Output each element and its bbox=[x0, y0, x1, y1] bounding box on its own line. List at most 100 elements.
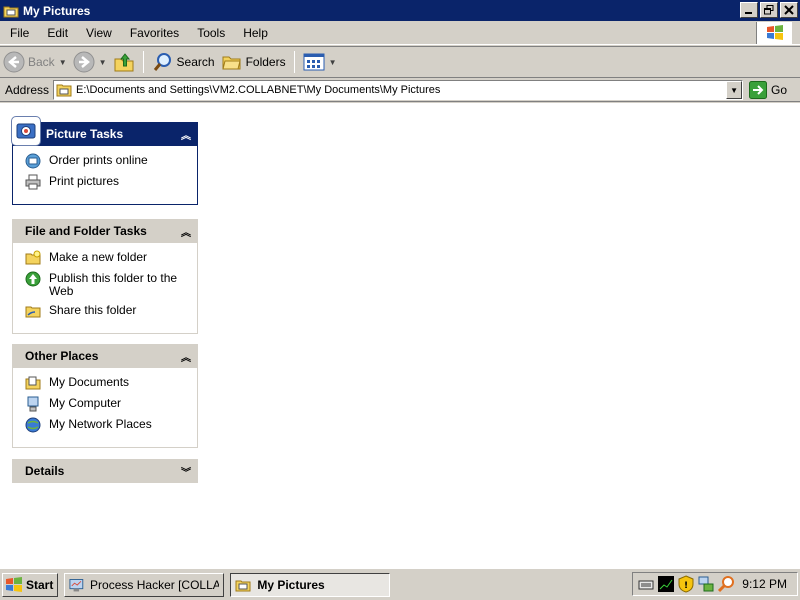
picture-tasks-panel: Picture Tasks ︽ Order prints online Prin… bbox=[11, 116, 198, 205]
taskbar: Start Process Hacker [COLLA... My Pictur… bbox=[0, 568, 800, 600]
go-button[interactable]: Go bbox=[749, 81, 787, 99]
folder-icon bbox=[235, 580, 251, 591]
console-icon[interactable] bbox=[657, 575, 675, 593]
menu-edit[interactable]: Edit bbox=[38, 26, 77, 40]
other-places-header[interactable]: Other Places ︽ bbox=[12, 344, 198, 368]
forward-button[interactable]: ▼ bbox=[70, 48, 110, 76]
minimize-button[interactable] bbox=[740, 2, 758, 18]
system-tray: ! 9:12 PM bbox=[632, 572, 798, 596]
search-icon bbox=[153, 53, 171, 71]
title-bar[interactable]: My Pictures bbox=[0, 0, 800, 21]
collapse-icon[interactable]: ︽ bbox=[181, 224, 191, 239]
svg-text:!: ! bbox=[684, 581, 688, 591]
picture-tasks-badge bbox=[11, 116, 41, 146]
close-icon bbox=[784, 5, 794, 15]
picture-tasks-body: Order prints online Print pictures bbox=[12, 146, 198, 205]
place-my-documents[interactable]: My Documents bbox=[25, 376, 197, 391]
address-bar: Address E:\Documents and Settings\VM2.CO… bbox=[0, 79, 800, 102]
windows-flag-icon bbox=[6, 576, 22, 592]
folder-icon bbox=[56, 84, 72, 97]
address-label: Address bbox=[5, 83, 50, 97]
order-prints-icon bbox=[25, 153, 41, 169]
place-my-network-places[interactable]: My Network Places bbox=[25, 417, 197, 433]
task-label: Share this folder bbox=[49, 303, 137, 317]
place-my-computer[interactable]: My Computer bbox=[25, 396, 197, 412]
task-make-new-folder[interactable]: Make a new folder bbox=[25, 250, 197, 266]
share-folder-icon bbox=[25, 306, 41, 318]
keyboard-icon[interactable] bbox=[637, 575, 655, 593]
taskbar-item-label: My Pictures bbox=[257, 577, 325, 592]
address-value: E:\Documents and Settings\VM2.COLLABNET\… bbox=[76, 84, 441, 96]
task-order-prints[interactable]: Order prints online bbox=[25, 153, 197, 169]
network-places-icon bbox=[25, 417, 41, 433]
task-share-folder[interactable]: Share this folder bbox=[25, 304, 197, 319]
process-hacker-icon bbox=[69, 578, 84, 591]
toolbar-separator bbox=[142, 51, 144, 73]
details-title: Details bbox=[25, 464, 65, 478]
back-label: Back bbox=[28, 55, 55, 69]
back-button[interactable]: Back ▼ bbox=[0, 48, 70, 76]
camera-icon bbox=[16, 123, 36, 139]
security-shield-icon[interactable]: ! bbox=[677, 575, 695, 593]
new-folder-icon bbox=[25, 250, 41, 265]
search-icon[interactable] bbox=[717, 575, 735, 593]
menu-bar: File Edit View Favorites Tools Help bbox=[0, 21, 800, 45]
forward-dropdown-icon[interactable]: ▼ bbox=[99, 58, 107, 67]
file-folder-tasks-header[interactable]: File and Folder Tasks ︽ bbox=[12, 219, 198, 243]
search-button[interactable]: Search bbox=[149, 48, 218, 76]
my-documents-icon bbox=[25, 376, 41, 390]
task-label: Print pictures bbox=[49, 174, 120, 188]
taskbar-item-label: Process Hacker [COLLA... bbox=[90, 577, 220, 592]
task-publish-folder[interactable]: Publish this folder to the Web bbox=[25, 271, 197, 298]
task-print-pictures[interactable]: Print pictures bbox=[25, 174, 197, 190]
menu-view[interactable]: View bbox=[77, 26, 121, 40]
up-folder-button[interactable] bbox=[110, 48, 138, 76]
menu-file[interactable]: File bbox=[0, 26, 38, 40]
search-label: Search bbox=[176, 55, 215, 69]
my-computer-icon bbox=[27, 396, 39, 412]
restore-button[interactable] bbox=[760, 2, 778, 18]
up-folder-icon bbox=[114, 53, 134, 72]
views-dropdown-icon[interactable]: ▼ bbox=[329, 58, 337, 67]
folder-icon bbox=[3, 6, 19, 17]
details-header[interactable]: Details ︾ bbox=[12, 459, 198, 483]
menu-tools[interactable]: Tools bbox=[188, 26, 234, 40]
collapse-icon[interactable]: ︽ bbox=[181, 127, 191, 142]
content-area[interactable]: Picture Tasks ︽ Order prints online Prin… bbox=[0, 103, 800, 568]
file-folder-tasks-panel: File and Folder Tasks ︽ Make a new folde… bbox=[12, 219, 198, 334]
folders-icon bbox=[221, 56, 241, 70]
task-label: Make a new folder bbox=[49, 250, 148, 264]
menu-help[interactable]: Help bbox=[234, 26, 277, 40]
other-places-title: Other Places bbox=[25, 349, 99, 363]
expand-icon[interactable]: ︾ bbox=[181, 464, 191, 479]
task-label: Order prints online bbox=[49, 153, 148, 167]
start-label: Start bbox=[26, 577, 54, 592]
printer-icon bbox=[25, 174, 41, 190]
other-places-body: My Documents My Computer My Network Plac… bbox=[12, 368, 198, 448]
network-status-icon[interactable] bbox=[697, 575, 715, 593]
back-dropdown-icon[interactable]: ▼ bbox=[59, 58, 67, 67]
go-arrow-icon bbox=[749, 81, 768, 99]
close-button[interactable] bbox=[780, 2, 798, 18]
collapse-icon[interactable]: ︽ bbox=[181, 349, 191, 364]
toolbar-separator bbox=[293, 51, 295, 73]
place-label: My Documents bbox=[49, 375, 130, 389]
other-places-panel: Other Places ︽ My Documents My Computer bbox=[12, 344, 198, 448]
windows-logo bbox=[756, 22, 792, 44]
place-label: My Computer bbox=[49, 396, 122, 410]
taskbar-item-process-hacker[interactable]: Process Hacker [COLLA... bbox=[64, 572, 225, 597]
clock[interactable]: 9:12 PM bbox=[742, 577, 787, 591]
taskbar-item-my-pictures[interactable]: My Pictures bbox=[230, 572, 391, 597]
address-input[interactable]: E:\Documents and Settings\VM2.COLLABNET\… bbox=[53, 80, 744, 100]
publish-web-icon bbox=[25, 271, 41, 287]
file-folder-tasks-title: File and Folder Tasks bbox=[25, 224, 147, 238]
file-folder-tasks-body: Make a new folder Publish this folder to… bbox=[12, 243, 198, 334]
views-button[interactable]: ▼ bbox=[300, 48, 340, 76]
folders-button[interactable]: Folders bbox=[218, 48, 289, 76]
start-button[interactable]: Start bbox=[2, 572, 59, 597]
menu-favorites[interactable]: Favorites bbox=[121, 26, 188, 40]
views-icon bbox=[303, 53, 325, 71]
toolbar: Back ▼ ▼ Search Folders ▼ bbox=[0, 46, 800, 78]
restore-icon bbox=[764, 5, 774, 15]
address-dropdown-button[interactable]: ▼ bbox=[726, 81, 743, 99]
